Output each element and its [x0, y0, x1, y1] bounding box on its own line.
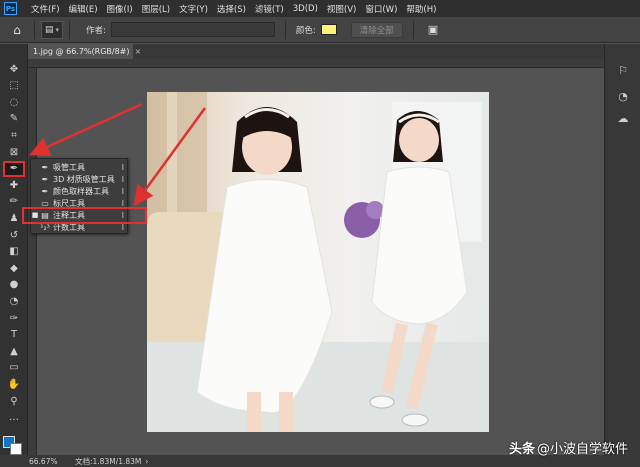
flyout-item-label: 吸管工具	[53, 162, 85, 172]
document-info[interactable]: 文档:1.83M/1.83M	[75, 456, 141, 467]
menu-help[interactable]: 帮助(H)	[406, 3, 436, 15]
tool-icon: ✒	[41, 174, 49, 184]
vertical-ruler[interactable]	[28, 68, 37, 455]
hand-tool-icon[interactable]: ✋	[3, 376, 25, 392]
canvas-area[interactable]	[37, 68, 604, 455]
eraser-tool-icon[interactable]: ◧	[3, 244, 25, 260]
clear-all-button[interactable]: 清除全部	[350, 21, 403, 38]
flyout-item[interactable]: ✒ 3D 材质吸管工具 I	[31, 173, 129, 185]
properties-icon[interactable]: ◔	[615, 88, 631, 104]
home-icon[interactable]: ⌂	[6, 20, 28, 40]
healing-tool-icon[interactable]: ✚	[3, 177, 25, 193]
watermark-brand: 头条	[508, 442, 535, 457]
path-select-tool-icon[interactable]: ▲	[3, 343, 25, 359]
menu-window[interactable]: 窗口(W)	[365, 3, 397, 15]
background-color-swatch[interactable]	[10, 443, 22, 455]
blur-tool-icon[interactable]: ●	[3, 277, 25, 293]
move-tool-icon[interactable]: ✥	[3, 61, 25, 77]
color-label: 颜色:	[295, 25, 316, 36]
note-color-swatch[interactable]	[320, 24, 337, 35]
status-arrow-icon[interactable]: ›	[145, 457, 148, 466]
divider	[34, 20, 35, 39]
menu-layer[interactable]: 图层(L)	[142, 3, 170, 15]
menu-3d[interactable]: 3D(D)	[293, 4, 318, 14]
dodge-tool-icon[interactable]: ◔	[3, 293, 25, 309]
note-icon: ▤	[44, 24, 54, 35]
flyout-item-label: 颜色取样器工具	[53, 186, 109, 196]
libraries-icon[interactable]: ☁	[615, 110, 631, 126]
flyout-item[interactable]: ✒ 吸管工具 I	[31, 161, 129, 173]
eyedropper-tool-icon[interactable]: ✒	[3, 160, 25, 177]
menu-view[interactable]: 视图(V)	[327, 3, 356, 15]
document-tab-title: 1.jpg @ 66.7%(RGB/8#)	[33, 47, 130, 56]
crop-tool-icon[interactable]: ⌗	[3, 127, 25, 143]
tool-icon: ✒	[41, 162, 49, 172]
history-brush-tool-icon[interactable]: ↺	[3, 227, 25, 243]
zoom-level[interactable]: 66.67%	[29, 457, 75, 466]
menu-type[interactable]: 文字(Y)	[179, 3, 208, 15]
divider	[412, 20, 414, 39]
close-icon[interactable]: ×	[135, 47, 142, 56]
menu-file[interactable]: 文件(F)	[31, 3, 60, 15]
shortcut-key: I	[121, 186, 124, 196]
photo-image	[147, 92, 489, 432]
learn-icon[interactable]: ⚐	[615, 62, 631, 78]
type-tool-icon[interactable]: T	[3, 327, 25, 343]
options-bar: ⌂ ▤ ▾ 作者: 颜色: 清除全部 ▣	[0, 17, 640, 43]
lasso-tool-icon[interactable]: ◌	[3, 94, 25, 110]
tool-icon: ✒	[41, 186, 49, 196]
marquee-tool-icon[interactable]: ⬚	[3, 78, 25, 94]
flyout-item-label: 3D 材质吸管工具	[53, 174, 115, 184]
more-tools-icon[interactable]: …	[3, 410, 25, 426]
shortcut-key: I	[121, 174, 124, 184]
horizontal-ruler[interactable]	[28, 59, 604, 68]
shape-tool-icon[interactable]: ▭	[3, 360, 25, 376]
menu-bar: Ps 文件(F) 编辑(E) 图像(I) 图层(L) 文字(Y) 选择(S) 滤…	[0, 0, 640, 17]
paint-bucket-tool-icon[interactable]: ◆	[3, 260, 25, 276]
tools-panel: ✥ ⬚ ◌ ✎ ⌗ ⊠ ✒ ✚ ✏ ♟ ↺ ◧ ◆ ● ◔ ✑ T ▲ ▭ ✋ ⚲…	[0, 44, 28, 455]
photo-illustration	[147, 92, 489, 432]
menu-edit[interactable]: 编辑(E)	[69, 3, 98, 15]
quick-select-tool-icon[interactable]: ✎	[3, 111, 25, 127]
divider	[69, 20, 70, 39]
author-input[interactable]	[110, 22, 275, 37]
flyout-item[interactable]: ✒ 颜色取样器工具 I	[31, 185, 129, 197]
tool-preset-picker[interactable]: ▤ ▾	[41, 20, 63, 39]
shortcut-key: I	[121, 162, 124, 172]
photoshop-logo-icon: Ps	[4, 2, 17, 15]
author-label: 作者:	[86, 25, 106, 36]
zoom-tool-icon[interactable]: ⚲	[3, 393, 25, 409]
chevron-down-icon: ▾	[55, 25, 60, 34]
photoshop-window: Ps 文件(F) 编辑(E) 图像(I) 图层(L) 文字(Y) 选择(S) 滤…	[0, 0, 640, 467]
show-hide-notes-icon[interactable]: ▣	[428, 23, 438, 36]
divider	[284, 20, 286, 39]
right-panel-dock: ◔ ⚐ ☁	[604, 44, 640, 455]
menu-select[interactable]: 选择(S)	[217, 3, 246, 15]
watermark: 头条 @小波自学软件	[509, 438, 628, 457]
annotation-highlight-box	[22, 207, 147, 224]
frame-tool-icon[interactable]: ⊠	[3, 144, 25, 160]
menu-filter[interactable]: 滤镜(T)	[255, 3, 284, 15]
pen-tool-icon[interactable]: ✑	[3, 310, 25, 326]
document-tab[interactable]: 1.jpg @ 66.7%(RGB/8#) ×	[28, 44, 141, 59]
document-tab-bar: 1.jpg @ 66.7%(RGB/8#) ×	[28, 44, 604, 59]
menu-image[interactable]: 图像(I)	[107, 3, 133, 15]
watermark-handle: @小波自学软件	[536, 442, 628, 457]
